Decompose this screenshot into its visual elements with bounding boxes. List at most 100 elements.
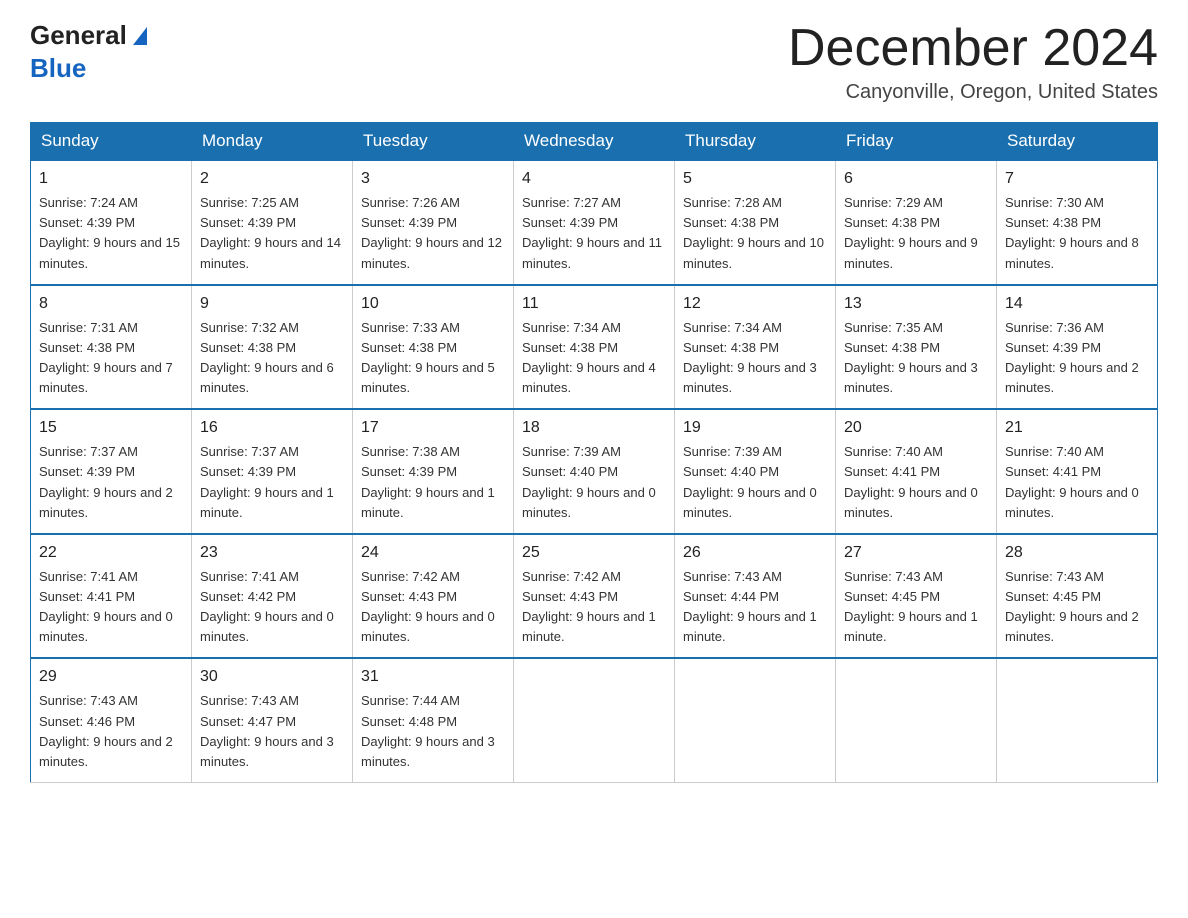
- day-info: Sunrise: 7:44 AM Sunset: 4:48 PM Dayligh…: [361, 691, 505, 772]
- weekday-header-saturday: Saturday: [997, 123, 1158, 161]
- sunset-label: Sunset: 4:41 PM: [39, 589, 135, 604]
- daylight-label: Daylight: 9 hours and 2 minutes.: [39, 485, 173, 520]
- day-number: 12: [683, 292, 827, 316]
- sunrise-label: Sunrise: 7:25 AM: [200, 195, 299, 210]
- weekday-header-thursday: Thursday: [675, 123, 836, 161]
- day-number: 23: [200, 541, 344, 565]
- sunset-label: Sunset: 4:47 PM: [200, 714, 296, 729]
- sunrise-label: Sunrise: 7:39 AM: [683, 444, 782, 459]
- sunrise-label: Sunrise: 7:24 AM: [39, 195, 138, 210]
- day-number: 19: [683, 416, 827, 440]
- day-info: Sunrise: 7:40 AM Sunset: 4:41 PM Dayligh…: [1005, 442, 1149, 523]
- week-row-5: 29 Sunrise: 7:43 AM Sunset: 4:46 PM Dayl…: [31, 658, 1158, 782]
- sunset-label: Sunset: 4:39 PM: [39, 464, 135, 479]
- day-info: Sunrise: 7:32 AM Sunset: 4:38 PM Dayligh…: [200, 318, 344, 399]
- daylight-label: Daylight: 9 hours and 2 minutes.: [1005, 609, 1139, 644]
- day-number: 6: [844, 167, 988, 191]
- sunrise-label: Sunrise: 7:29 AM: [844, 195, 943, 210]
- week-row-3: 15 Sunrise: 7:37 AM Sunset: 4:39 PM Dayl…: [31, 409, 1158, 534]
- sunset-label: Sunset: 4:38 PM: [683, 215, 779, 230]
- day-number: 14: [1005, 292, 1149, 316]
- calendar-cell: 22 Sunrise: 7:41 AM Sunset: 4:41 PM Dayl…: [31, 534, 192, 659]
- calendar-cell: [997, 658, 1158, 782]
- day-info: Sunrise: 7:40 AM Sunset: 4:41 PM Dayligh…: [844, 442, 988, 523]
- sunset-label: Sunset: 4:48 PM: [361, 714, 457, 729]
- day-number: 20: [844, 416, 988, 440]
- sunrise-label: Sunrise: 7:42 AM: [522, 569, 621, 584]
- calendar-cell: 1 Sunrise: 7:24 AM Sunset: 4:39 PM Dayli…: [31, 160, 192, 285]
- sunrise-label: Sunrise: 7:36 AM: [1005, 320, 1104, 335]
- sunrise-label: Sunrise: 7:34 AM: [683, 320, 782, 335]
- day-number: 9: [200, 292, 344, 316]
- day-number: 26: [683, 541, 827, 565]
- sunrise-label: Sunrise: 7:37 AM: [39, 444, 138, 459]
- sunset-label: Sunset: 4:38 PM: [683, 340, 779, 355]
- day-number: 24: [361, 541, 505, 565]
- sunrise-label: Sunrise: 7:43 AM: [200, 693, 299, 708]
- weekday-header-tuesday: Tuesday: [353, 123, 514, 161]
- weekday-header-wednesday: Wednesday: [514, 123, 675, 161]
- daylight-label: Daylight: 9 hours and 4 minutes.: [522, 360, 656, 395]
- sunrise-label: Sunrise: 7:43 AM: [844, 569, 943, 584]
- day-number: 10: [361, 292, 505, 316]
- sunrise-label: Sunrise: 7:42 AM: [361, 569, 460, 584]
- page-header: General Blue December 2024 Canyonville, …: [30, 20, 1158, 104]
- day-number: 3: [361, 167, 505, 191]
- sunrise-label: Sunrise: 7:28 AM: [683, 195, 782, 210]
- calendar-cell: 27 Sunrise: 7:43 AM Sunset: 4:45 PM Dayl…: [836, 534, 997, 659]
- day-number: 21: [1005, 416, 1149, 440]
- daylight-label: Daylight: 9 hours and 0 minutes.: [1005, 485, 1139, 520]
- day-info: Sunrise: 7:33 AM Sunset: 4:38 PM Dayligh…: [361, 318, 505, 399]
- daylight-label: Daylight: 9 hours and 11 minutes.: [522, 235, 662, 270]
- calendar-cell: 31 Sunrise: 7:44 AM Sunset: 4:48 PM Dayl…: [353, 658, 514, 782]
- sunrise-label: Sunrise: 7:27 AM: [522, 195, 621, 210]
- daylight-label: Daylight: 9 hours and 2 minutes.: [1005, 360, 1139, 395]
- sunset-label: Sunset: 4:46 PM: [39, 714, 135, 729]
- day-number: 16: [200, 416, 344, 440]
- sunrise-label: Sunrise: 7:44 AM: [361, 693, 460, 708]
- calendar-cell: 23 Sunrise: 7:41 AM Sunset: 4:42 PM Dayl…: [192, 534, 353, 659]
- calendar-cell: 8 Sunrise: 7:31 AM Sunset: 4:38 PM Dayli…: [31, 285, 192, 410]
- day-info: Sunrise: 7:24 AM Sunset: 4:39 PM Dayligh…: [39, 193, 183, 274]
- sunset-label: Sunset: 4:38 PM: [200, 340, 296, 355]
- daylight-label: Daylight: 9 hours and 5 minutes.: [361, 360, 495, 395]
- day-info: Sunrise: 7:38 AM Sunset: 4:39 PM Dayligh…: [361, 442, 505, 523]
- calendar-cell: 30 Sunrise: 7:43 AM Sunset: 4:47 PM Dayl…: [192, 658, 353, 782]
- title-area: December 2024 Canyonville, Oregon, Unite…: [788, 20, 1158, 104]
- daylight-label: Daylight: 9 hours and 3 minutes.: [683, 360, 817, 395]
- calendar-cell: 13 Sunrise: 7:35 AM Sunset: 4:38 PM Dayl…: [836, 285, 997, 410]
- daylight-label: Daylight: 9 hours and 7 minutes.: [39, 360, 173, 395]
- calendar-cell: 24 Sunrise: 7:42 AM Sunset: 4:43 PM Dayl…: [353, 534, 514, 659]
- day-number: 7: [1005, 167, 1149, 191]
- daylight-label: Daylight: 9 hours and 2 minutes.: [39, 734, 173, 769]
- sunset-label: Sunset: 4:39 PM: [200, 464, 296, 479]
- sunrise-label: Sunrise: 7:38 AM: [361, 444, 460, 459]
- sunset-label: Sunset: 4:39 PM: [39, 215, 135, 230]
- day-number: 18: [522, 416, 666, 440]
- day-info: Sunrise: 7:39 AM Sunset: 4:40 PM Dayligh…: [683, 442, 827, 523]
- daylight-label: Daylight: 9 hours and 15 minutes.: [39, 235, 180, 270]
- sunrise-label: Sunrise: 7:43 AM: [39, 693, 138, 708]
- day-number: 8: [39, 292, 183, 316]
- calendar-table: SundayMondayTuesdayWednesdayThursdayFrid…: [30, 122, 1158, 783]
- calendar-cell: 7 Sunrise: 7:30 AM Sunset: 4:38 PM Dayli…: [997, 160, 1158, 285]
- day-number: 30: [200, 665, 344, 689]
- day-info: Sunrise: 7:43 AM Sunset: 4:45 PM Dayligh…: [844, 567, 988, 648]
- calendar-cell: 28 Sunrise: 7:43 AM Sunset: 4:45 PM Dayl…: [997, 534, 1158, 659]
- daylight-label: Daylight: 9 hours and 1 minute.: [683, 609, 817, 644]
- daylight-label: Daylight: 9 hours and 0 minutes.: [361, 609, 495, 644]
- calendar-cell: 10 Sunrise: 7:33 AM Sunset: 4:38 PM Dayl…: [353, 285, 514, 410]
- calendar-cell: [836, 658, 997, 782]
- sunset-label: Sunset: 4:42 PM: [200, 589, 296, 604]
- calendar-cell: [675, 658, 836, 782]
- calendar-cell: 9 Sunrise: 7:32 AM Sunset: 4:38 PM Dayli…: [192, 285, 353, 410]
- sunset-label: Sunset: 4:38 PM: [522, 340, 618, 355]
- sunset-label: Sunset: 4:40 PM: [683, 464, 779, 479]
- daylight-label: Daylight: 9 hours and 0 minutes.: [522, 485, 656, 520]
- day-info: Sunrise: 7:34 AM Sunset: 4:38 PM Dayligh…: [522, 318, 666, 399]
- calendar-cell: 18 Sunrise: 7:39 AM Sunset: 4:40 PM Dayl…: [514, 409, 675, 534]
- week-row-1: 1 Sunrise: 7:24 AM Sunset: 4:39 PM Dayli…: [31, 160, 1158, 285]
- sunset-label: Sunset: 4:45 PM: [844, 589, 940, 604]
- calendar-cell: 26 Sunrise: 7:43 AM Sunset: 4:44 PM Dayl…: [675, 534, 836, 659]
- day-info: Sunrise: 7:39 AM Sunset: 4:40 PM Dayligh…: [522, 442, 666, 523]
